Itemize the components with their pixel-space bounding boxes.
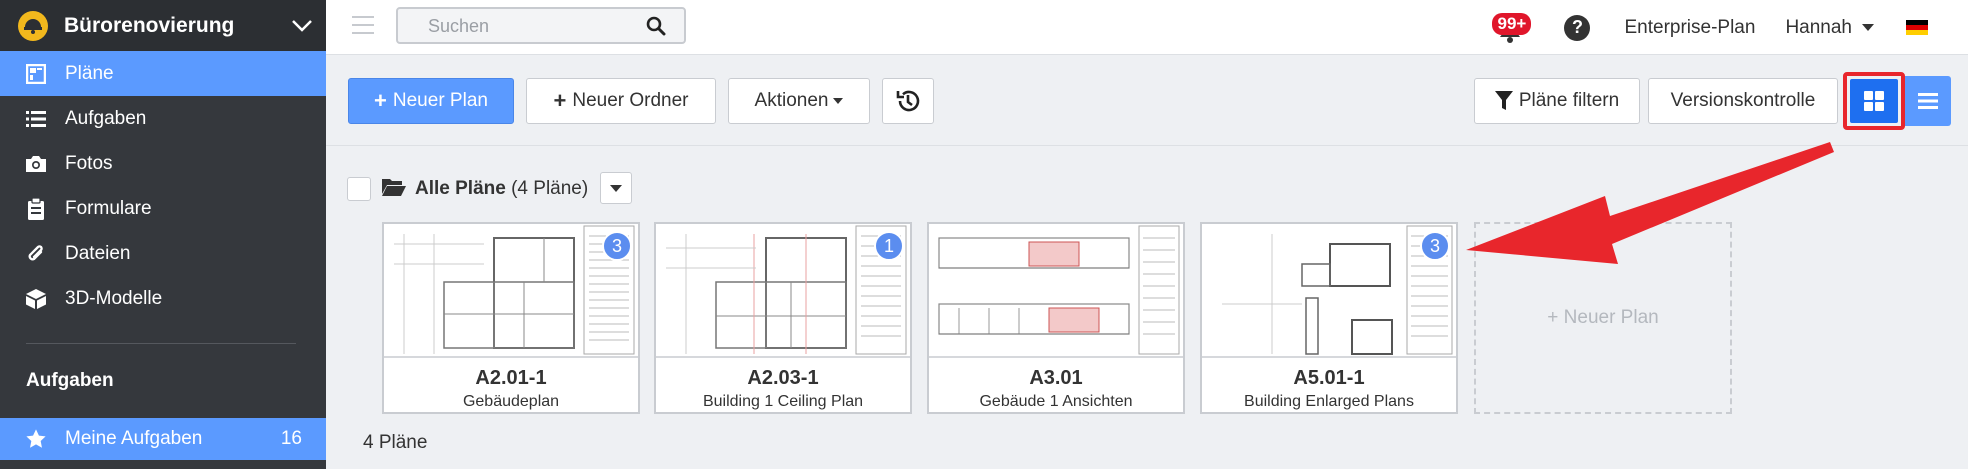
notification-badge: 99+ <box>1492 12 1532 35</box>
sidebar-item-label: 3D-Modelle <box>65 287 163 309</box>
star-icon <box>24 427 48 451</box>
plan-thumbnail <box>384 224 638 358</box>
search-icon[interactable] <box>646 16 666 41</box>
project-name: Bürorenovierung <box>64 13 235 37</box>
sidebar: Bürorenovierung Pläne Aufgaben Fotos For… <box>0 0 326 469</box>
list-view-icon <box>1918 93 1938 109</box>
new-folder-button[interactable]: + Neuer Ordner <box>526 78 716 124</box>
history-button[interactable] <box>882 78 934 124</box>
filter-icon <box>1494 91 1513 110</box>
sidebar-item-3d-models[interactable]: 3D-Modelle <box>0 276 326 321</box>
plan-title: Gebäude 1 Ansichten <box>979 393 1133 410</box>
sidebar-item-label: Meine Aufgaben <box>65 428 203 449</box>
folder-open-icon <box>381 176 407 203</box>
cube-icon <box>24 287 48 311</box>
plans-count: 4 Pläne <box>363 432 428 453</box>
search-input[interactable]: Suchen <box>396 7 686 44</box>
plus-icon: + <box>553 88 567 113</box>
sidebar-item-files[interactable]: Dateien <box>0 231 326 276</box>
sidebar-section-title: Aufgaben <box>26 370 114 391</box>
sidebar-item-label: Aufgaben <box>65 107 147 129</box>
revision-badge: 1 <box>874 231 904 261</box>
paperclip-icon <box>24 242 48 266</box>
plan-title: Gebäudeplan <box>462 393 560 410</box>
filter-plans-button[interactable]: Pläne filtern <box>1474 78 1640 124</box>
folder-count: (4 Pläne) <box>511 178 589 199</box>
plan-title: Building Enlarged Plans <box>1244 393 1414 410</box>
task-count: 16 <box>280 428 302 449</box>
folder-name: Alle Pläne <box>415 178 506 199</box>
grid-view-toggle[interactable] <box>1843 72 1905 130</box>
history-icon <box>896 90 920 112</box>
caret-down-icon <box>833 98 844 104</box>
new-plan-button[interactable]: + Neuer Plan <box>348 78 514 124</box>
enterprise-plan-link[interactable]: Enterprise-Plan <box>1624 17 1755 39</box>
select-all-checkbox[interactable] <box>347 177 371 201</box>
folder-options-dropdown[interactable] <box>600 172 632 204</box>
hamburger-menu-icon[interactable] <box>352 16 374 40</box>
chevron-down-icon[interactable] <box>278 19 326 33</box>
folder-title: Alle Pläne (4 Pläne) <box>415 178 588 200</box>
version-control-button[interactable]: Versionskontrolle <box>1648 78 1838 124</box>
german-flag-icon[interactable] <box>1906 19 1928 36</box>
plan-code: A3.01 <box>1029 367 1083 389</box>
plan-card[interactable]: 1 A2.03-1 Building 1 Ceiling Plan <box>654 222 912 414</box>
sidebar-item-tasks[interactable]: Aufgaben <box>0 96 326 141</box>
plus-icon: + <box>374 88 387 113</box>
plan-card[interactable]: 3 A2.01-1 Gebäudeplan <box>382 222 640 414</box>
sidebar-item-label: Fotos <box>65 152 113 174</box>
top-bar: Suchen 99+ ? Enterprise-Plan Hannah <box>326 0 1968 55</box>
plan-thumbnail <box>1202 224 1456 358</box>
grid-icon <box>1864 91 1884 111</box>
plan-title: Building 1 Ceiling Plan <box>702 393 864 410</box>
list-icon <box>24 107 48 131</box>
clipboard-icon <box>24 197 48 221</box>
caret-down-icon <box>1862 24 1874 31</box>
plan-code: A5.01-1 <box>1293 367 1365 389</box>
sidebar-item-plans[interactable]: Pläne <box>0 51 326 96</box>
plan-thumbnail <box>929 224 1183 358</box>
user-menu[interactable]: Hannah <box>1785 17 1874 39</box>
search-placeholder: Suchen <box>428 16 490 36</box>
sidebar-item-label: Formulare <box>65 197 152 219</box>
annotation-arrow-icon <box>1466 142 1834 264</box>
plan-thumbnail <box>656 224 910 358</box>
sidebar-item-my-tasks[interactable]: Meine Aufgaben 16 <box>0 418 326 460</box>
sidebar-item-label: Dateien <box>65 242 131 264</box>
actions-dropdown[interactable]: Aktionen <box>728 78 870 124</box>
project-selector[interactable]: Bürorenovierung <box>0 0 326 51</box>
plans-icon <box>24 62 48 86</box>
camera-icon <box>24 152 48 176</box>
caret-down-icon <box>610 184 622 192</box>
sidebar-item-label: Pläne <box>65 62 114 84</box>
revision-badge: 3 <box>1420 231 1450 261</box>
plan-code: A2.01-1 <box>475 367 547 389</box>
notifications-button[interactable]: 99+ <box>1490 8 1532 48</box>
revision-badge: 3 <box>602 231 632 261</box>
project-logo-icon <box>18 10 48 41</box>
help-icon[interactable]: ? <box>1564 14 1591 41</box>
list-view-toggle[interactable] <box>1905 76 1951 126</box>
plan-card[interactable]: A3.01 Gebäude 1 Ansichten <box>927 222 1185 414</box>
plan-code: A2.03-1 <box>747 367 819 389</box>
plan-card[interactable]: 3 A5.01-1 Building Enlarged Plans <box>1200 222 1458 414</box>
user-name: Hannah <box>1785 16 1852 38</box>
sidebar-item-forms[interactable]: Formulare <box>0 186 326 231</box>
sidebar-item-photos[interactable]: Fotos <box>0 141 326 186</box>
